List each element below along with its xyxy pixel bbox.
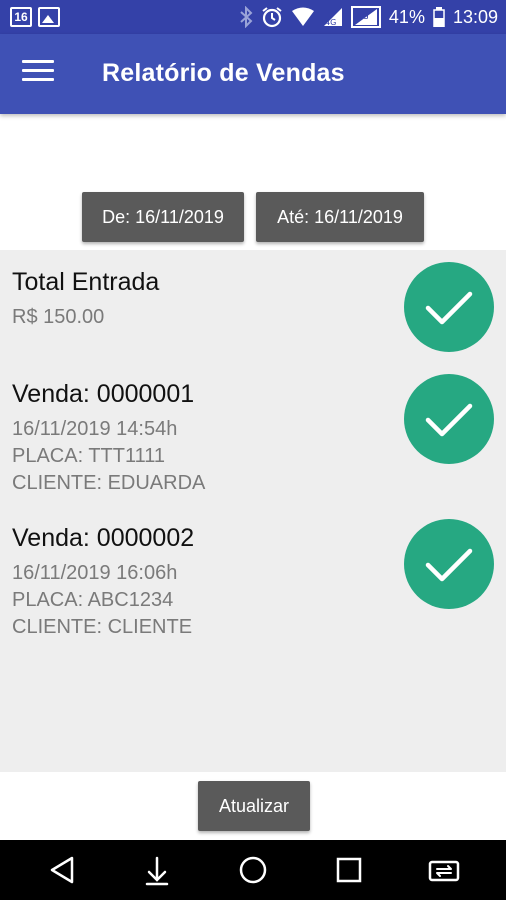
home-icon[interactable] xyxy=(233,850,273,890)
navigation-bar xyxy=(0,840,506,900)
sale-datetime: 16/11/2019 16:06h xyxy=(12,562,178,584)
check-icon[interactable] xyxy=(404,519,494,609)
recents-icon[interactable] xyxy=(329,850,369,890)
refresh-button[interactable]: Atualizar xyxy=(198,781,310,831)
date-from-button[interactable]: De: 16/11/2019 xyxy=(82,192,244,242)
back-icon[interactable] xyxy=(42,850,82,890)
status-bar: 16 4G 4G 41% 13:09 xyxy=(0,0,506,34)
list-item[interactable]: Venda: 0000001 16/11/2019 14:54h PLACA: … xyxy=(0,374,506,508)
menu-icon[interactable] xyxy=(22,60,54,88)
alarm-icon xyxy=(261,5,283,29)
signal-icon: 4G xyxy=(350,5,381,29)
sale-plate: PLACA: TTT1111 xyxy=(12,445,166,467)
sale-title: Venda: 0000001 xyxy=(12,380,195,408)
signal-icon: 4G xyxy=(323,5,343,29)
sales-list: Total Entrada R$ 150.00 Venda: 0000001 1… xyxy=(0,250,506,772)
page-title: Relatório de Vendas xyxy=(102,59,345,87)
battery-icon xyxy=(433,5,445,29)
svg-text:4G: 4G xyxy=(356,12,369,22)
sale-datetime: 16/11/2019 14:54h xyxy=(12,418,178,440)
wifi-icon xyxy=(291,5,315,29)
switch-icon[interactable] xyxy=(424,850,464,890)
sale-title: Venda: 0000002 xyxy=(12,524,195,552)
sale-client: CLIENTE: CLIENTE xyxy=(12,616,193,638)
image-icon xyxy=(38,7,60,27)
list-item[interactable]: Venda: 0000002 16/11/2019 16:06h PLACA: … xyxy=(0,519,506,652)
clock: 13:09 xyxy=(452,7,498,27)
check-icon[interactable] xyxy=(404,262,494,352)
sale-client: CLIENTE: EDUARDA xyxy=(12,472,206,494)
bluetooth-icon xyxy=(239,5,253,29)
svg-text:4G: 4G xyxy=(325,18,336,27)
app-bar: Relatório de Vendas xyxy=(0,34,506,114)
summary-amount: R$ 150.00 xyxy=(12,306,105,328)
date-to-button[interactable]: Até: 16/11/2019 xyxy=(256,192,424,242)
download-icon[interactable] xyxy=(137,850,177,890)
summary-item[interactable]: Total Entrada R$ 150.00 xyxy=(0,262,506,364)
sale-plate: PLACA: ABC1234 xyxy=(12,589,174,611)
check-icon[interactable] xyxy=(404,374,494,464)
summary-title: Total Entrada xyxy=(12,268,160,296)
battery-percent: 41% xyxy=(388,7,425,27)
calendar-icon: 16 xyxy=(10,7,32,27)
